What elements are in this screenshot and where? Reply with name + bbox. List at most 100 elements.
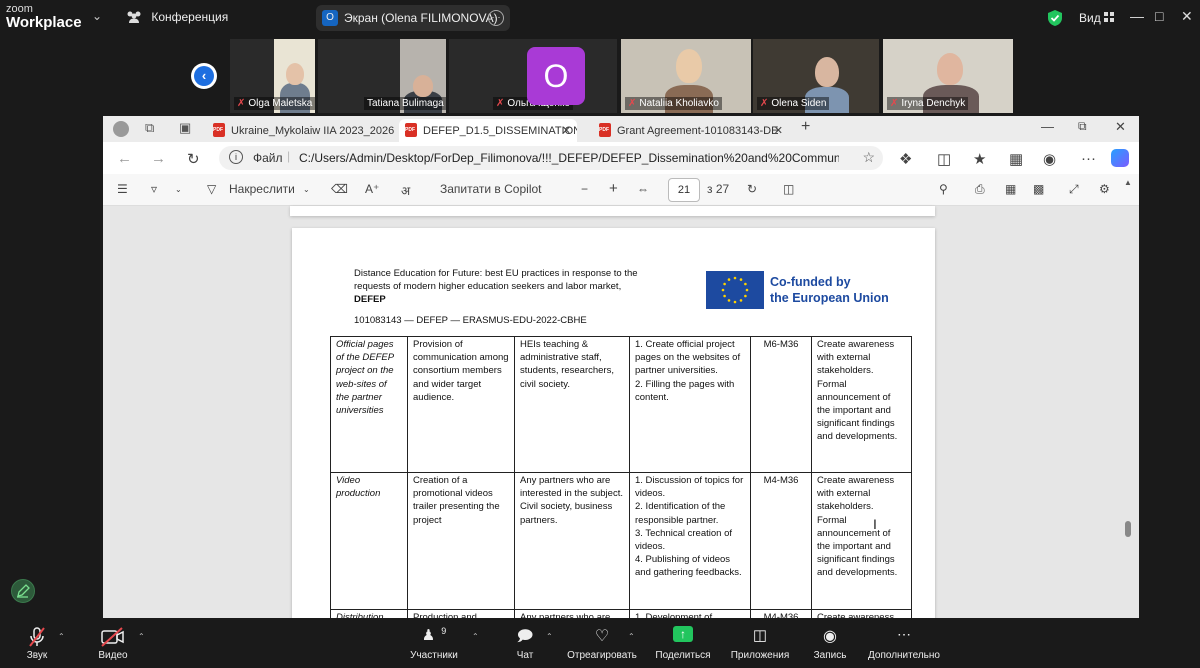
chevron-down-icon[interactable]: ⌄ — [303, 185, 310, 194]
close-icon[interactable]: ✕ — [1115, 119, 1126, 135]
participant-tile[interactable]: ✗ Olena Siden — [753, 39, 879, 113]
participant-name: ✗ Olena Siden — [757, 97, 830, 110]
save-icon[interactable]: ▦ — [1005, 182, 1016, 196]
back-icon[interactable]: ← — [117, 150, 132, 167]
table-cell: Production and — [407, 609, 515, 618]
fit-page-icon[interactable]: ⇔ — [637, 182, 649, 196]
participants-button[interactable]: ♟ 9 Участники — [404, 626, 464, 661]
grid-view-icon[interactable] — [1104, 12, 1114, 22]
page-number-input[interactable]: 21 — [668, 178, 700, 202]
share-screen-button[interactable]: ↑ Поделиться — [654, 626, 712, 661]
fullscreen-icon[interactable]: ⤢ — [1069, 182, 1079, 197]
collections-icon[interactable]: ▦ — [1009, 150, 1023, 168]
chevron-up-icon[interactable]: ⌃ — [546, 632, 553, 641]
share-label: Поделиться — [655, 650, 711, 661]
refresh-icon[interactable]: ↻ — [187, 150, 200, 168]
tab-ukraine[interactable]: Ukraine_Mykolaiw IIA 2023_2026 — [207, 119, 397, 142]
url-field[interactable]: i Файл | C:/Users/Admin/Desktop/ForDep_F… — [219, 146, 883, 170]
close-tab-icon[interactable]: ✕ — [774, 124, 783, 137]
rotate-icon[interactable]: ↻ — [747, 182, 757, 196]
print-icon[interactable]: ⎙ — [975, 182, 985, 197]
restore-icon[interactable]: ⧉ — [1078, 119, 1087, 134]
participant-name: ✗ Iryna Denchyk — [887, 97, 969, 110]
conference-menu[interactable]: Конференция — [126, 10, 228, 24]
table-cell: 1. Create official project pages on the … — [629, 336, 751, 473]
scrollbar-thumb[interactable] — [1125, 521, 1131, 537]
tab-defep-dissemination[interactable]: DEFEP_D1.5_DISSEMINATION AN✕ — [399, 119, 577, 142]
previous-page-bottom — [290, 206, 935, 216]
performance-icon[interactable]: ◉ — [1043, 150, 1056, 168]
settings-gear-icon[interactable]: ⚙ — [1099, 182, 1110, 196]
contents-icon[interactable]: ☰ — [117, 182, 128, 196]
chevron-up-icon[interactable]: ⌃ — [138, 632, 145, 641]
more-options-icon[interactable]: ··· — [488, 10, 504, 26]
table-row: Video production Creation of a promotion… — [330, 472, 912, 610]
highlight-icon[interactable]: ▿ — [151, 182, 157, 196]
annotate-pen-button[interactable] — [11, 579, 35, 603]
chevron-down-icon[interactable]: ⌄ — [92, 9, 102, 23]
more-icon[interactable]: ··· — [1081, 150, 1096, 167]
apps-button[interactable]: ◫ Приложения — [728, 626, 792, 661]
draw-icon[interactable]: ▽ — [207, 182, 216, 196]
participant-name: ✗ Nataliia Kholiavko — [625, 97, 722, 110]
maximize-icon[interactable]: □ — [1155, 8, 1163, 24]
minimize-icon[interactable]: — — [1041, 119, 1054, 134]
chevron-down-icon[interactable]: ⌄ — [175, 185, 182, 194]
participant-tile[interactable]: ✗ Iryna Denchyk — [883, 39, 1013, 113]
more-button[interactable]: ⋯ Дополнительно — [866, 626, 942, 661]
eraser-icon[interactable]: ⌫ — [331, 182, 348, 196]
save-as-icon[interactable]: ▩ — [1033, 182, 1044, 196]
workspaces-icon[interactable]: ⧉ — [145, 120, 154, 136]
search-icon[interactable]: ⚲ — [939, 182, 948, 196]
copilot-icon[interactable] — [1111, 149, 1129, 167]
read-aloud-icon[interactable]: A⁺ — [365, 182, 379, 196]
close-icon[interactable]: ✕ — [1181, 8, 1193, 25]
page-view-icon[interactable]: ◫ — [783, 182, 794, 196]
users-icon — [127, 11, 141, 23]
chevron-left-icon: ‹ — [194, 66, 214, 86]
mic-off-icon: ✗ — [237, 98, 246, 109]
profile-icon[interactable] — [113, 121, 129, 137]
chat-button[interactable]: 🗩 Чат — [510, 626, 540, 661]
shared-browser-window: ⧉ ▣ Ukraine_Mykolaiw IIA 2023_2026 DEFEP… — [103, 116, 1139, 618]
translate-icon[interactable]: अ — [401, 182, 410, 199]
pdf-toolbar: ☰ ▿ ⌄ ▽ Накреслити ⌄ ⌫ A⁺ अ Запитати в C… — [103, 174, 1139, 206]
participant-tile[interactable]: Tatiana Bulimaga — [318, 39, 446, 113]
chevron-up-icon[interactable]: ⌃ — [472, 632, 479, 641]
minimize-icon[interactable]: — — [1130, 8, 1144, 24]
new-tab-icon[interactable]: + — [801, 118, 810, 136]
tab-grant-agreement[interactable]: Grant Agreement-101083143-DE✕ — [593, 119, 789, 142]
pdf-icon — [405, 123, 417, 137]
pdf-icon — [213, 123, 225, 137]
info-icon[interactable]: i — [229, 150, 243, 164]
security-shield-icon[interactable] — [1047, 9, 1063, 27]
participant-tile[interactable]: ✗ Nataliia Kholiavko — [621, 39, 751, 113]
chevron-up-icon[interactable]: ⌃ — [58, 632, 65, 641]
forward-icon[interactable]: → — [151, 150, 166, 167]
audio-button[interactable]: Звук — [22, 626, 52, 661]
extensions-icon[interactable]: ❖ — [899, 150, 912, 168]
tab-actions-icon[interactable]: ▣ — [179, 120, 191, 136]
zoom-in-icon[interactable]: + — [609, 180, 618, 197]
copilot-ask-button[interactable]: Запитати в Copilot — [440, 182, 542, 196]
doc-header-text: Distance Education for Future: best EU p… — [354, 268, 638, 305]
participant-tile[interactable]: ✗ Olga Maletska — [230, 39, 315, 113]
favorite-star-icon[interactable]: ☆ — [862, 149, 875, 166]
table-cell: M4-M36 — [750, 609, 812, 618]
favorites-icon[interactable]: ★ — [973, 150, 986, 168]
draw-label[interactable]: Накреслити — [229, 182, 295, 196]
scroll-up-icon[interactable]: ▲ — [1124, 178, 1132, 187]
view-label[interactable]: Вид — [1079, 11, 1101, 25]
close-tab-icon[interactable]: ✕ — [562, 124, 571, 137]
eu-cofunded-text: Co-funded by the European Union — [770, 275, 889, 305]
screen-share-indicator[interactable]: O Экран (Olena FILIMONOVA) ··· — [316, 5, 510, 31]
split-screen-icon[interactable]: ◫ — [937, 150, 951, 168]
pen-icon — [17, 584, 30, 598]
record-button[interactable]: ◉ Запись — [812, 626, 848, 661]
pdf-viewer[interactable]: Distance Education for Future: best EU p… — [103, 206, 1139, 618]
chevron-up-icon[interactable]: ⌃ — [628, 632, 635, 641]
strip-prev-button[interactable]: ‹ — [191, 63, 217, 89]
video-button[interactable]: Видео — [96, 626, 130, 661]
mic-off-icon: ✗ — [628, 98, 637, 109]
zoom-out-icon[interactable]: − — [581, 182, 588, 196]
